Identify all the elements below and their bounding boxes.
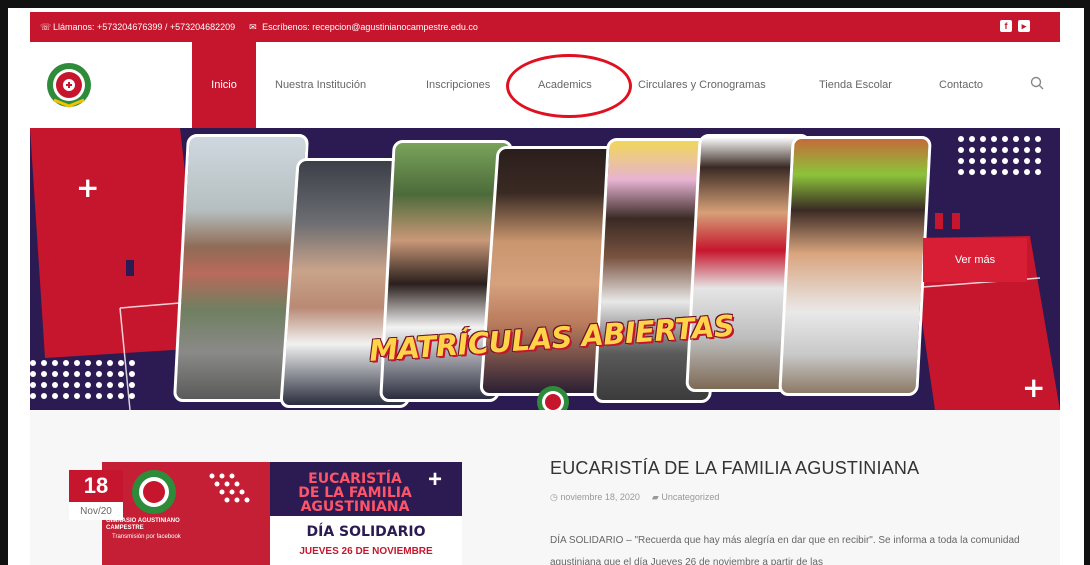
nav-item-circulares[interactable]: Circulares y Cronogramas xyxy=(638,42,766,128)
email-contact[interactable]: ✉ Escríbenos: recepcion@agustinianocampe… xyxy=(249,22,478,32)
photo-boy-smiling xyxy=(778,136,932,396)
phone-icon: ☏ xyxy=(40,22,52,32)
thumbnail-title-line-3: AGUSTINIANA xyxy=(300,499,410,515)
post-date[interactable]: ◷ noviembre 18, 2020 xyxy=(550,492,640,503)
post-month-label: Nov/20 xyxy=(69,502,123,520)
thumbnail-date-line: JUEVES 26 DE NOVIEMBRE xyxy=(299,546,433,557)
post-meta: ◷ noviembre 18, 2020 ▰ Uncategorized xyxy=(550,492,719,503)
dot-pattern-top-right xyxy=(958,136,1041,175)
plus-icon: + xyxy=(1022,371,1046,404)
clock-icon: ◷ xyxy=(550,492,561,502)
thumbnail-title-line-2: DE LA FAMILIA xyxy=(298,485,412,501)
phone-contact[interactable]: ☏ Llámanos: +573204676399 / +57320468220… xyxy=(40,22,235,32)
top-contact-bar: ☏ Llámanos: +573204676399 / +57320468220… xyxy=(30,12,1060,42)
post-date-text: noviembre 18, 2020 xyxy=(560,492,640,502)
hero-banner: + + xyxy=(30,128,1060,410)
thumbnail-title-block: EUCARISTÍA DE LA FAMILIA AGUSTINIANA xyxy=(290,472,420,514)
thumbnail-title-line-1: EUCARISTÍA xyxy=(308,471,402,487)
search-icon[interactable] xyxy=(1030,76,1044,90)
post-day-badge: 18 xyxy=(69,470,123,502)
frame-border-right xyxy=(1084,0,1090,565)
dot-pattern-bottom-left xyxy=(30,360,135,399)
thumbnail-logo xyxy=(132,470,250,514)
facebook-icon[interactable]: f xyxy=(1000,20,1012,32)
folder-icon: ▰ xyxy=(651,492,662,502)
post-category-text: Uncategorized xyxy=(661,492,720,502)
nav-item-contacto[interactable]: Contacto xyxy=(939,42,983,128)
post-excerpt: DÍA SOLIDARIO – "Recuerda que hay más al… xyxy=(550,535,1020,565)
frame-border-left xyxy=(0,0,8,565)
academics-highlight-circle xyxy=(506,54,632,118)
phone-text: Llámanos: +573204676399 / +573204682209 xyxy=(53,22,236,32)
nav-item-inscripciones[interactable]: Inscripciones xyxy=(426,42,490,128)
envelope-icon: ✉ xyxy=(249,22,257,32)
thumbnail-subtitle: DÍA SOLIDARIO xyxy=(306,524,426,540)
youtube-icon[interactable]: ▸ xyxy=(1018,20,1030,32)
browser-screenshot: ☏ Llámanos: +573204676399 / +57320468220… xyxy=(0,0,1090,565)
thumbnail-school-name: GIMNASIO AGUSTINIANO CAMPESTRE xyxy=(106,518,180,531)
social-links: f ▸ xyxy=(1000,20,1030,32)
frame-border-top xyxy=(0,0,1090,8)
latest-post-section: GIMNASIO AGUSTINIANO CAMPESTRE Transmisi… xyxy=(30,410,1060,565)
email-text: Escríbenos: recepcion@agustinianocampest… xyxy=(262,22,478,32)
school-logo[interactable] xyxy=(46,62,92,108)
banner-logo xyxy=(537,386,569,410)
post-title[interactable]: EUCARISTÍA DE LA FAMILIA AGUSTINIANA xyxy=(550,458,919,479)
nav-item-inicio[interactable]: Inicio xyxy=(192,42,256,128)
ver-mas-button[interactable]: Ver más xyxy=(923,238,1027,282)
thumbnail-text-panel: EUCARISTÍA DE LA FAMILIA AGUSTINIANA + D… xyxy=(270,462,462,565)
post-thumbnail[interactable]: GIMNASIO AGUSTINIANO CAMPESTRE Transmisi… xyxy=(102,462,462,565)
plus-icon: + xyxy=(428,466,443,493)
nav-item-nuestra-institucion[interactable]: Nuestra Institución xyxy=(275,42,366,128)
thumbnail-stream-note: Transmisión por facebook xyxy=(112,534,181,540)
nav-item-tienda-escolar[interactable]: Tienda Escolar xyxy=(819,42,892,128)
post-category[interactable]: ▰ Uncategorized xyxy=(652,492,719,503)
plus-icon: + xyxy=(76,171,100,204)
